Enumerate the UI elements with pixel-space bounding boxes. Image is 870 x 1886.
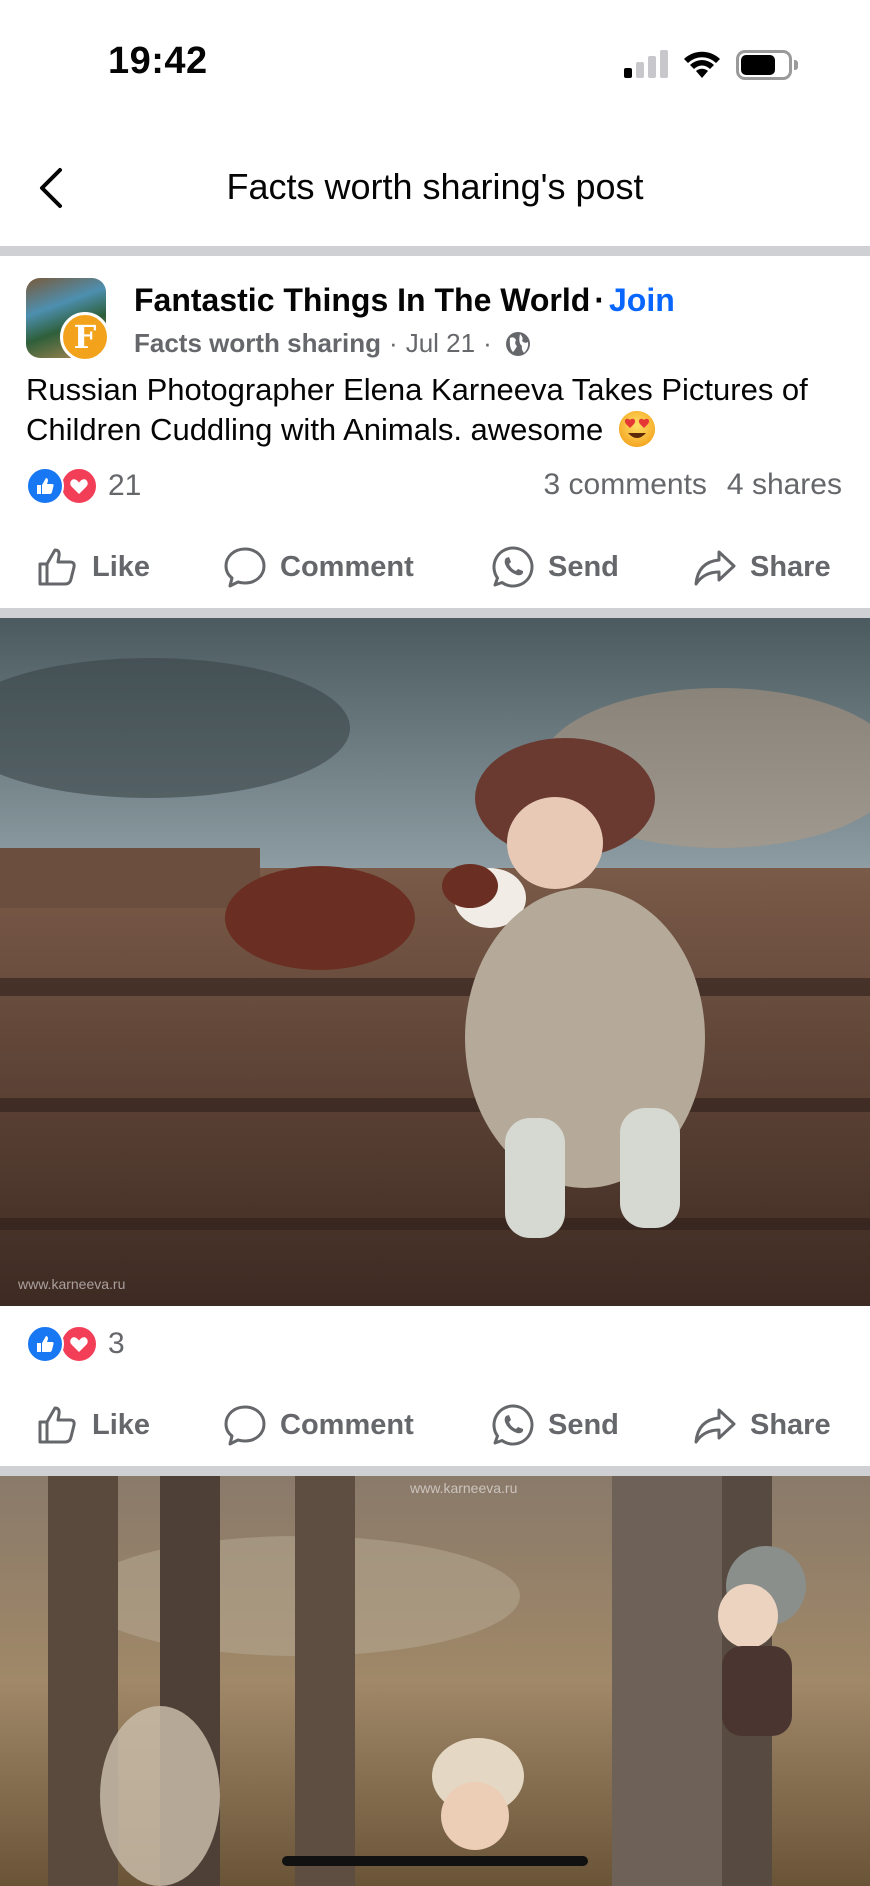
- globe-icon: [505, 331, 530, 356]
- like-label: Like: [92, 550, 151, 583]
- like-button[interactable]: Like: [34, 1402, 150, 1448]
- battery-icon: [736, 50, 798, 80]
- group-name-link[interactable]: Fantastic Things In The World: [134, 282, 590, 318]
- reaction-count: 3: [108, 1327, 125, 1360]
- post-reactions[interactable]: 21: [26, 466, 141, 506]
- meta-separator: ·: [483, 328, 492, 358]
- love-reaction-icon: [60, 467, 98, 505]
- status-time: 19:42: [108, 40, 208, 82]
- post-stats: 3 comments 4 shares: [544, 468, 842, 502]
- send-label: Send: [548, 1408, 619, 1441]
- like-reaction-icon: [26, 467, 64, 505]
- send-button[interactable]: Send: [490, 1402, 619, 1448]
- photo-image: [0, 618, 870, 1306]
- thumbs-up-icon: [38, 1406, 76, 1444]
- comments-count-link[interactable]: 3 comments: [544, 468, 707, 501]
- photo-reactions[interactable]: 3: [26, 1324, 125, 1364]
- post-photo-child-with-lamb[interactable]: www.karneeva.ru: [0, 618, 870, 1306]
- status-bar: 19:42: [0, 0, 870, 120]
- whatsapp-icon: [492, 546, 534, 588]
- join-button[interactable]: Join: [609, 282, 675, 318]
- name-separator: ·: [594, 282, 605, 318]
- whatsapp-icon: [492, 1404, 534, 1446]
- reaction-count: 21: [108, 469, 142, 502]
- photo-watermark: www.karneeva.ru: [410, 1480, 518, 1496]
- section-divider: [0, 1466, 870, 1476]
- like-label: Like: [92, 1408, 151, 1441]
- post-action-bar: Like Comment Send Share: [0, 524, 870, 604]
- share-button[interactable]: Share: [692, 544, 831, 590]
- photo-image: [0, 1476, 870, 1886]
- heart-eyes-emoji-icon: [618, 411, 655, 447]
- post-photo-children-in-forest[interactable]: www.karneeva.ru: [0, 1476, 870, 1886]
- share-arrow-icon: [694, 550, 736, 586]
- comment-bubble-icon: [224, 547, 266, 588]
- photo-action-bar: Like Comment Send Share: [0, 1382, 870, 1462]
- group-avatar[interactable]: F: [26, 278, 110, 362]
- post-date[interactable]: Jul 21: [406, 328, 475, 359]
- home-indicator[interactable]: [282, 1856, 588, 1866]
- section-divider: [0, 608, 870, 618]
- author-link[interactable]: Facts worth sharing: [134, 328, 381, 359]
- group-name-row: Fantastic Things In The World · Join: [134, 282, 675, 319]
- comment-label: Comment: [280, 1408, 414, 1441]
- section-divider: [0, 246, 870, 256]
- post-caption: Russian Photographer Elena Karneeva Take…: [26, 370, 856, 450]
- send-label: Send: [548, 550, 619, 583]
- cellular-signal-icon: [624, 50, 668, 78]
- comment-bubble-icon: [224, 1405, 266, 1446]
- caption-text: Russian Photographer Elena Karneeva Take…: [26, 372, 808, 447]
- photo-watermark: www.karneeva.ru: [18, 1276, 126, 1292]
- like-button[interactable]: Like: [34, 544, 150, 590]
- comment-button[interactable]: Comment: [222, 1402, 414, 1448]
- share-label: Share: [750, 1408, 831, 1441]
- wifi-icon: [684, 51, 720, 78]
- post-meta: Facts worth sharing · Jul 21 ·: [134, 328, 532, 359]
- thumbs-up-icon: [38, 548, 76, 586]
- share-label: Share: [750, 550, 831, 583]
- send-button[interactable]: Send: [490, 544, 619, 590]
- like-reaction-icon: [26, 1325, 64, 1363]
- page-title: Facts worth sharing's post: [226, 166, 644, 207]
- meta-separator: ·: [389, 328, 398, 358]
- top-nav-header: Facts worth sharing's post: [0, 120, 870, 246]
- comment-button[interactable]: Comment: [222, 544, 414, 590]
- love-reaction-icon: [60, 1325, 98, 1363]
- shares-count-link[interactable]: 4 shares: [727, 468, 842, 501]
- avatar-badge: F: [60, 312, 110, 362]
- comment-label: Comment: [280, 550, 414, 583]
- share-button[interactable]: Share: [692, 1402, 831, 1448]
- share-arrow-icon: [694, 1408, 736, 1444]
